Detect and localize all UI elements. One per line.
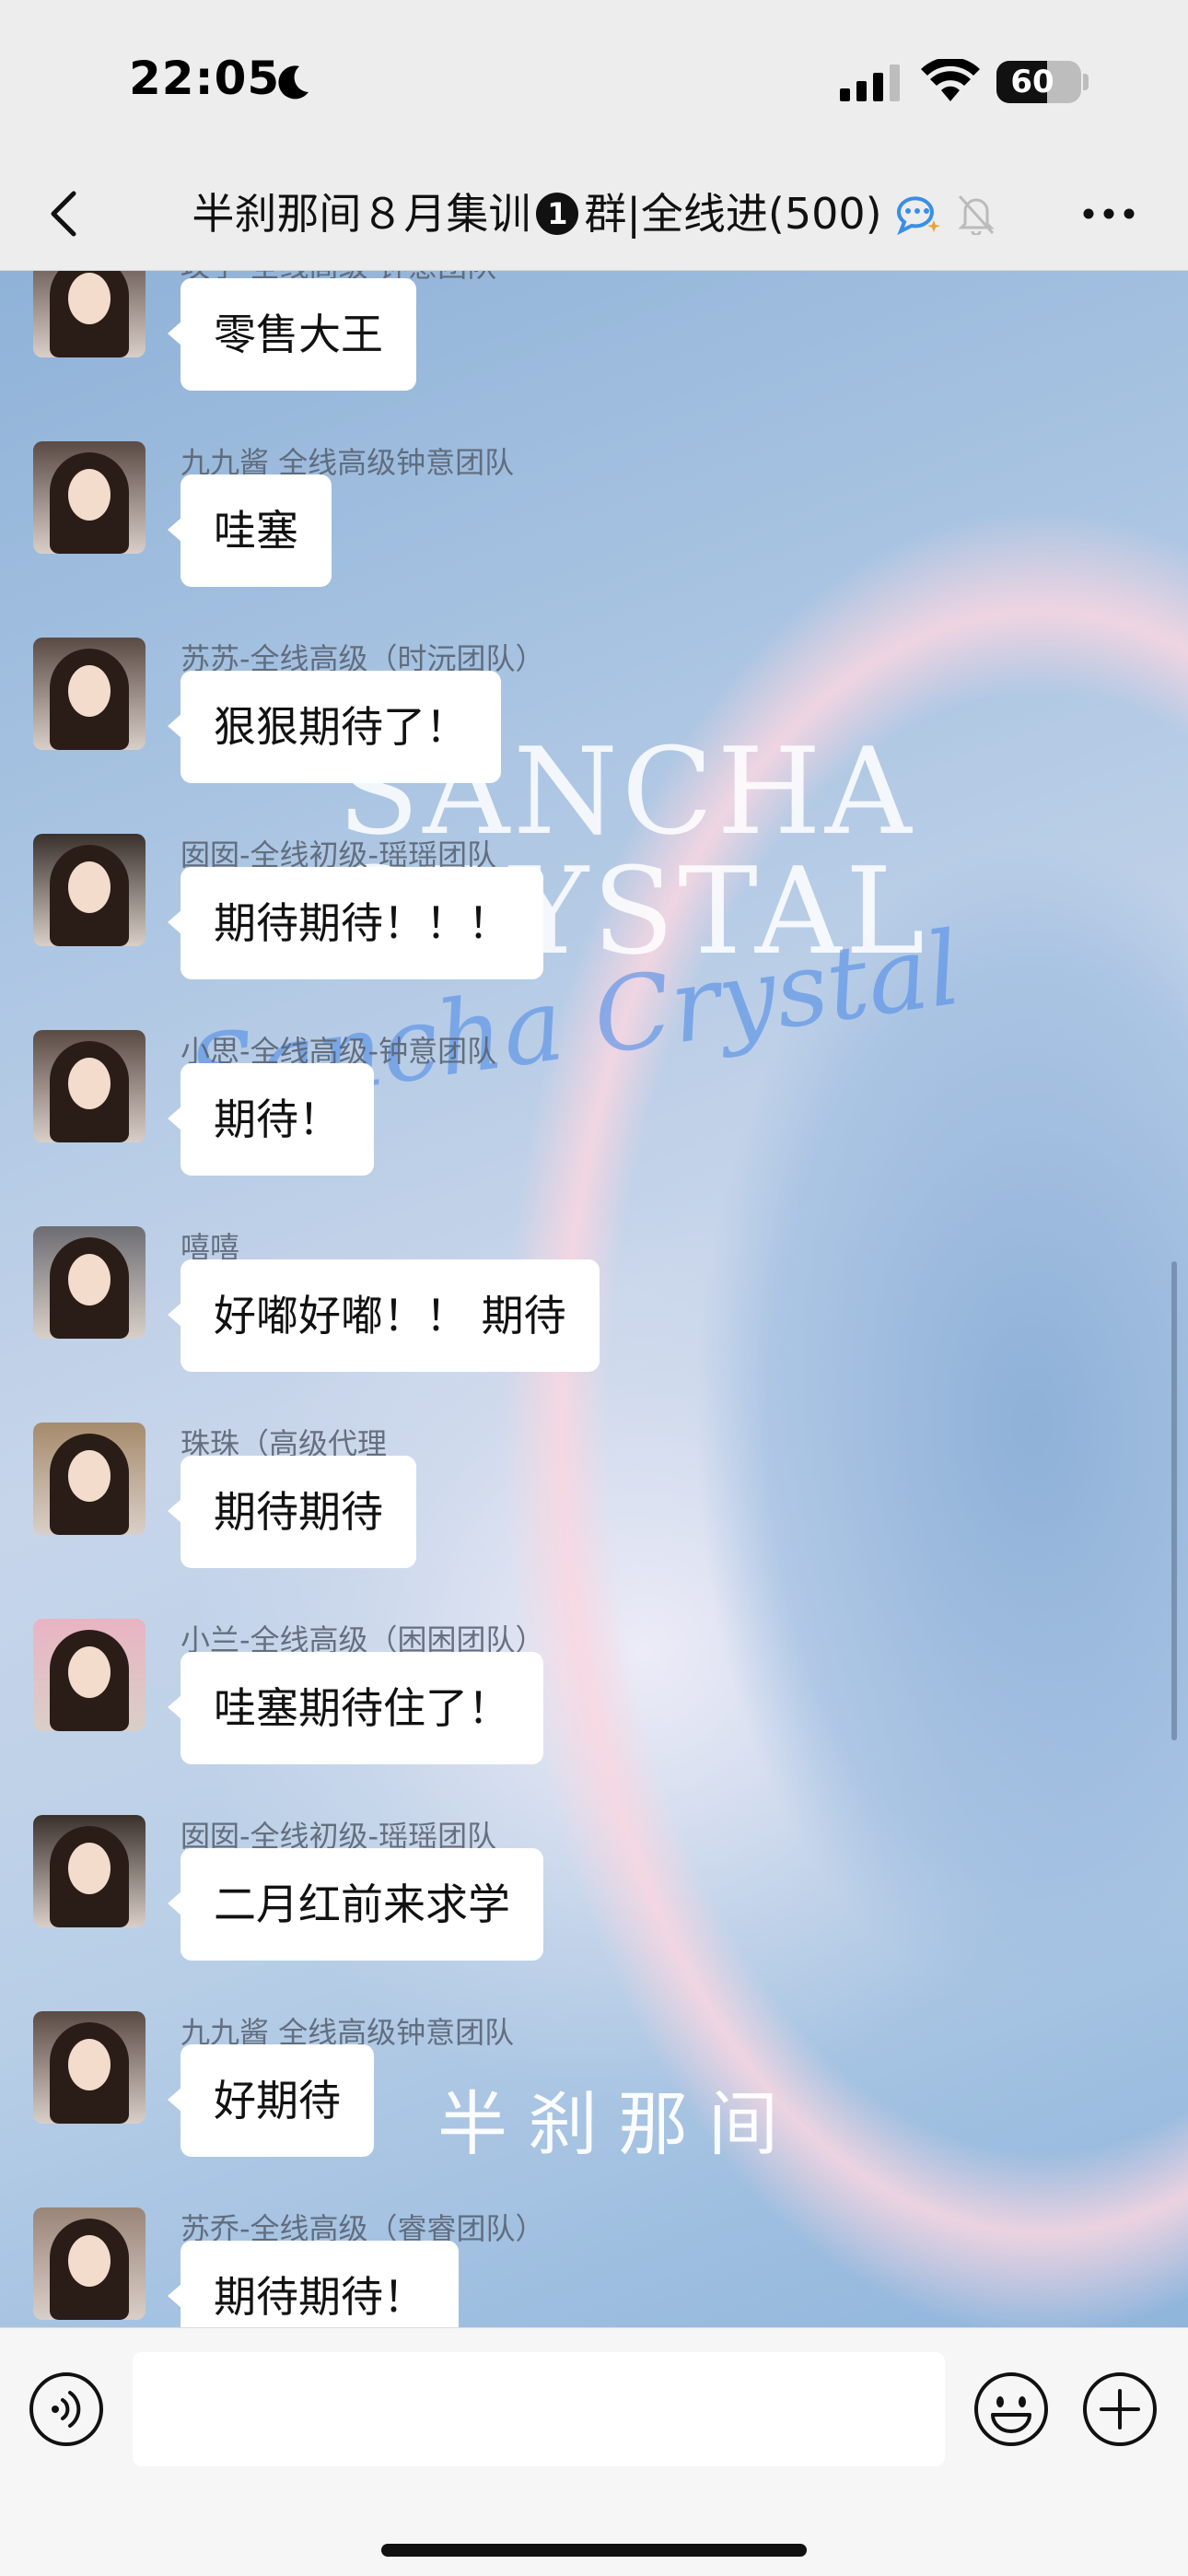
message-row: 九九酱 全线高级钟意团队 哇塞 bbox=[0, 439, 1188, 633]
avatar[interactable] bbox=[33, 638, 146, 750]
emoji-icon[interactable] bbox=[973, 2371, 1050, 2448]
chat-title-number-badge: 1 bbox=[536, 193, 579, 235]
message-row: 囡囡-全线初级-瑶瑶团队 期待期待！！！ bbox=[0, 832, 1188, 1025]
avatar[interactable] bbox=[33, 441, 146, 554]
message-bubble[interactable]: 期待！ bbox=[168, 1063, 374, 1176]
message-row: 苏苏-全线高级（时沅团队） 狠狠期待了！ bbox=[0, 636, 1188, 829]
message-bubble[interactable]: 好期待 bbox=[168, 2044, 374, 2157]
avatar[interactable] bbox=[33, 2207, 146, 2320]
signal-icon bbox=[840, 64, 900, 101]
avatar[interactable] bbox=[33, 2011, 146, 2124]
avatar-face bbox=[68, 273, 111, 324]
avatar[interactable] bbox=[33, 1619, 146, 1731]
message-bubble[interactable]: 期待期待！ bbox=[168, 2241, 459, 2327]
chat-message-list[interactable]: SANCHA CRYSTAL Sancha Crystal 半刹那间 玫子-全线… bbox=[0, 271, 1188, 2327]
voice-input-icon[interactable] bbox=[28, 2371, 105, 2448]
message-row: 囡囡-全线初级-瑶瑶团队 二月红前来求学 bbox=[0, 1813, 1188, 2007]
message-row: 小兰-全线高级（困困团队） 哇塞期待住了！ bbox=[0, 1617, 1188, 1810]
more-icon[interactable] bbox=[1079, 203, 1138, 225]
message-row: 苏乔-全线高级（睿睿团队） 期待期待！ bbox=[0, 2206, 1188, 2327]
avatar-face bbox=[68, 2235, 111, 2287]
battery-icon: 60 bbox=[996, 61, 1081, 103]
avatar[interactable] bbox=[33, 1226, 146, 1339]
message-bubble[interactable]: 二月红前来求学 bbox=[168, 1848, 543, 1961]
avatar-face bbox=[68, 1058, 111, 1109]
message-bubble[interactable]: 狠狠期待了！ bbox=[168, 671, 501, 783]
battery-nub bbox=[1083, 74, 1089, 90]
avatar-face bbox=[68, 1843, 111, 1894]
avatar-face bbox=[68, 861, 111, 913]
message-bubble[interactable]: 好嘟好嘟！！ 期待 bbox=[168, 1259, 600, 1372]
avatar-face bbox=[68, 1646, 111, 1698]
message-row: 玫子-全线高级-钟意团队零售大王 bbox=[0, 271, 1188, 437]
avatar[interactable] bbox=[33, 1423, 146, 1535]
chat-header: 半刹那间８月集训 1 群|全线进(500) bbox=[0, 157, 1188, 271]
avatar[interactable] bbox=[33, 1815, 146, 1927]
home-indicator bbox=[381, 2544, 807, 2557]
scroll-indicator[interactable] bbox=[1171, 1261, 1177, 1740]
message-input[interactable] bbox=[133, 2352, 945, 2466]
chat-title-text-suffix: 群|全线进(500) bbox=[584, 189, 882, 239]
avatar[interactable] bbox=[33, 1030, 146, 1142]
message-bubble[interactable]: 哇塞 bbox=[168, 474, 332, 587]
avatar-face bbox=[68, 2039, 111, 2090]
message-row: 珠珠（高级代理 期待期待 bbox=[0, 1421, 1188, 1614]
moon-icon bbox=[278, 65, 309, 100]
chat-title[interactable]: 半刹那间８月集训 1 群|全线进(500) bbox=[0, 184, 1188, 243]
message-row: 嘻嘻 好嘟好嘟！！ 期待 bbox=[0, 1224, 1188, 1418]
chat-bubble-icon bbox=[896, 196, 940, 235]
input-bar bbox=[0, 2327, 1188, 2576]
wifi-icon bbox=[921, 59, 980, 101]
status-bar: 22:05 60 bbox=[0, 0, 1188, 157]
message-bubble[interactable]: 哇塞期待住了！ bbox=[168, 1652, 543, 1764]
more-actions-plus-icon[interactable] bbox=[1081, 2371, 1159, 2448]
message-bubble[interactable]: 期待期待！！！ bbox=[168, 867, 543, 979]
message-bubble[interactable]: 期待期待 bbox=[168, 1456, 416, 1568]
avatar[interactable] bbox=[33, 271, 146, 357]
chat-title-text: 半刹那间８月集训 bbox=[192, 189, 531, 239]
avatar-face bbox=[68, 665, 111, 717]
message-row: 小思-全线高级-钟意团队 期待！ bbox=[0, 1028, 1188, 1222]
message-bubble[interactable]: 零售大王 bbox=[168, 278, 416, 391]
message-row: 九九酱 全线高级钟意团队 好期待 bbox=[0, 2009, 1188, 2203]
mute-bell-icon bbox=[957, 194, 995, 235]
battery-level-text: 60 bbox=[1010, 64, 1054, 100]
avatar[interactable] bbox=[33, 834, 146, 946]
avatar-face bbox=[68, 469, 111, 521]
avatar-face bbox=[68, 1450, 111, 1502]
avatar-face bbox=[68, 1254, 111, 1306]
status-time: 22:05 bbox=[129, 52, 281, 105]
